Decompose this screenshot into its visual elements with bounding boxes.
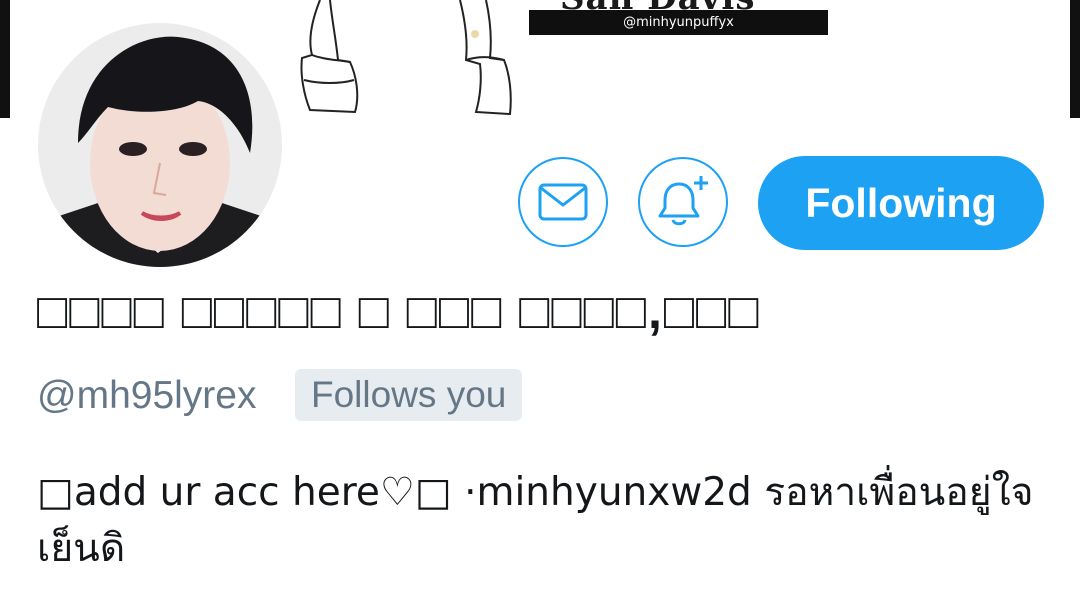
avatar[interactable]: [33, 18, 287, 272]
profile-bio: □add ur acc here♡□ ·minhyunxw2d รอหาเพื่…: [37, 470, 1034, 571]
avatar-photo: [38, 23, 282, 267]
notifications-button[interactable]: [638, 157, 728, 247]
envelope-icon: [538, 183, 588, 221]
bell-plus-icon: [658, 176, 708, 226]
following-button[interactable]: Following: [758, 156, 1044, 250]
banner-frame-left: [0, 0, 10, 118]
message-button[interactable]: [518, 157, 608, 247]
banner-sketch-illustration: [300, 0, 512, 116]
banner-frame-right: [1070, 0, 1080, 118]
display-name: □□□□ □□□□□ □ □□□ □□□□,□□□: [37, 283, 761, 339]
profile-handle: @mh95lyrex: [37, 374, 257, 417]
banner-handle-strip: @minhyunpuffyx: [529, 10, 828, 35]
follows-you-badge: Follows you: [295, 369, 523, 421]
